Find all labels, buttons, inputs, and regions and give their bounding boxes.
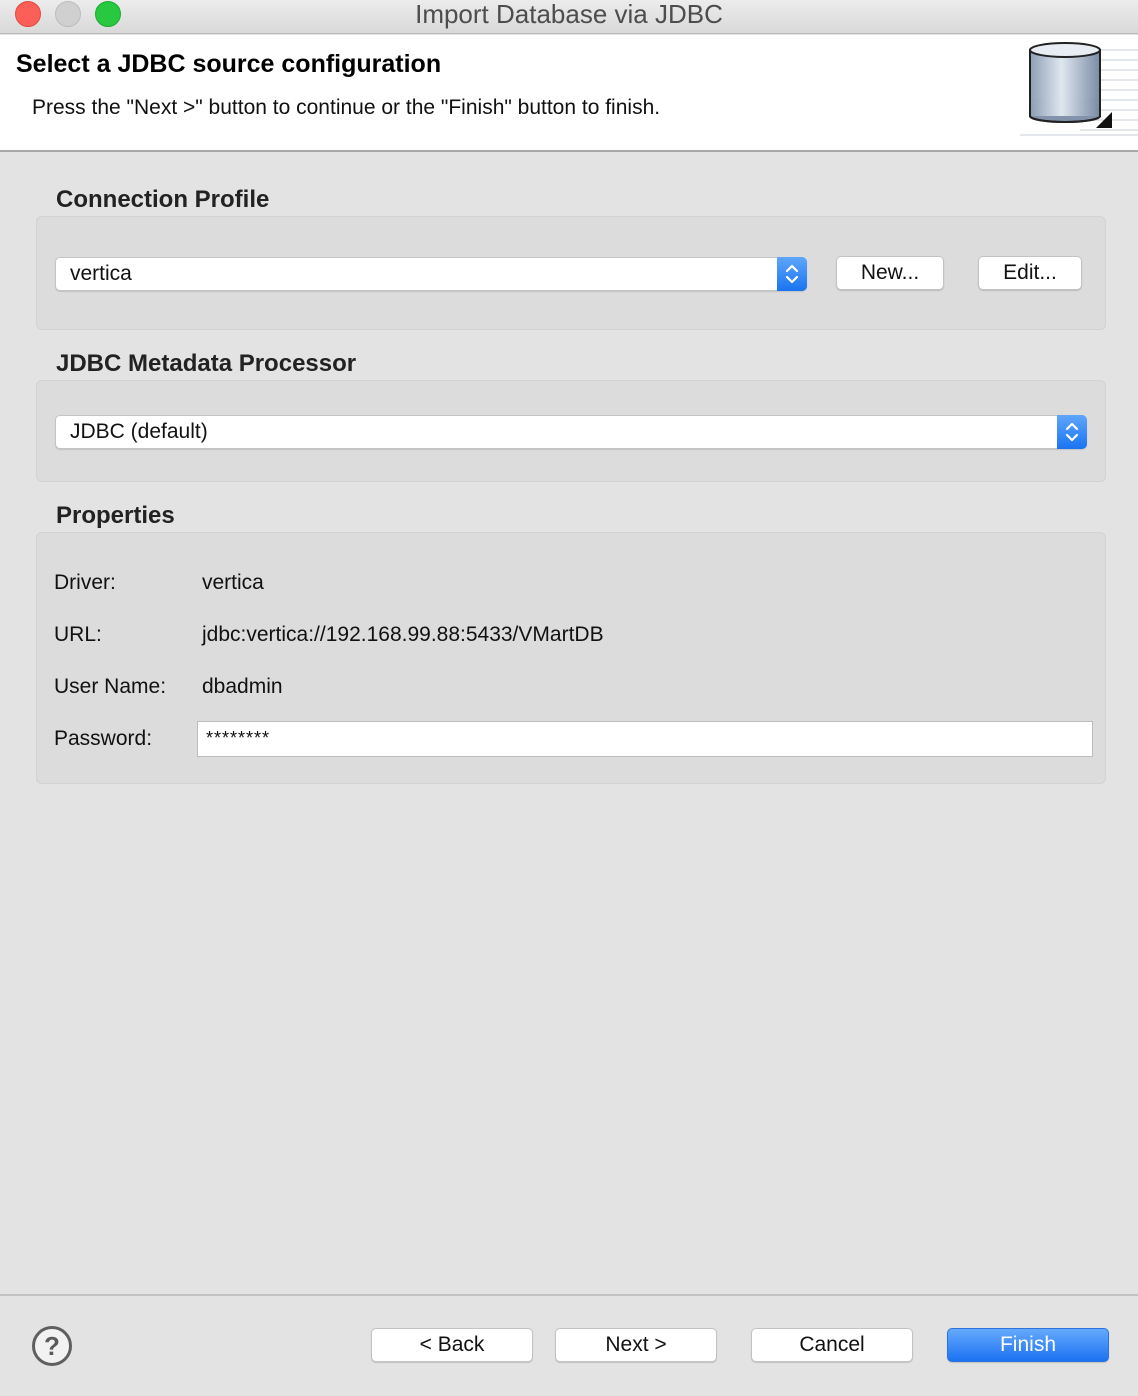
footer-separator bbox=[0, 1294, 1138, 1296]
edit-profile-button[interactable]: Edit... bbox=[978, 256, 1082, 290]
window-title: Import Database via JDBC bbox=[415, 0, 723, 29]
password-label: Password: bbox=[54, 727, 153, 750]
chevron-up-down-icon bbox=[777, 257, 807, 291]
properties-heading: Properties bbox=[56, 502, 175, 529]
url-label: URL: bbox=[54, 623, 102, 646]
chevron-up-down-icon bbox=[1057, 415, 1087, 449]
metadata-processor-heading: JDBC Metadata Processor bbox=[56, 350, 357, 377]
new-profile-button[interactable]: New... bbox=[836, 256, 944, 290]
connection-profile-value: vertica bbox=[70, 262, 132, 285]
back-button[interactable]: < Back bbox=[371, 1328, 533, 1362]
driver-value: vertica bbox=[202, 571, 264, 594]
page-title: Select a JDBC source configuration bbox=[16, 50, 442, 78]
username-label: User Name: bbox=[54, 675, 167, 698]
banner-separator bbox=[0, 150, 1138, 152]
driver-label: Driver: bbox=[54, 571, 116, 594]
next-button[interactable]: Next > bbox=[555, 1328, 717, 1362]
page-description: Press the "Next >" button to continue or… bbox=[32, 96, 661, 119]
metadata-processor-value: JDBC (default) bbox=[70, 420, 208, 443]
connection-profile-heading: Connection Profile bbox=[56, 186, 270, 213]
url-value: jdbc:vertica://192.168.99.88:5433/VMartD… bbox=[202, 623, 604, 646]
connection-profile-select[interactable]: vertica bbox=[55, 257, 807, 291]
window-titlebar: Import Database via JDBC bbox=[0, 0, 1138, 34]
help-icon[interactable]: ? bbox=[32, 1326, 72, 1366]
finish-button[interactable]: Finish bbox=[947, 1328, 1109, 1362]
username-value: dbadmin bbox=[202, 675, 283, 698]
metadata-processor-select[interactable]: JDBC (default) bbox=[55, 415, 1087, 449]
database-cylinder-icon bbox=[1020, 38, 1138, 142]
password-masked-value: ******** bbox=[206, 728, 271, 748]
password-field[interactable]: ******** bbox=[197, 721, 1093, 757]
cancel-button[interactable]: Cancel bbox=[751, 1328, 913, 1362]
